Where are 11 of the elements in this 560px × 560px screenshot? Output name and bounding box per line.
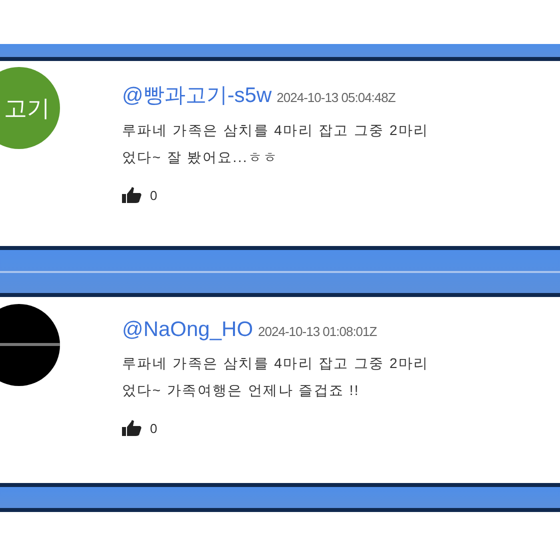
timestamp: 2024-10-13 05:04:48Z xyxy=(276,90,396,105)
thumbs-up-icon[interactable] xyxy=(122,420,142,436)
timestamp: 2024-10-13 01:08:01Z xyxy=(258,324,377,339)
username-link[interactable]: @NaOng_HO xyxy=(122,318,254,342)
like-count: 0 xyxy=(150,420,158,436)
username-link[interactable]: @빵과고기-s5w xyxy=(122,81,272,109)
comment-text: 루파네 가족은 삼치를 4마리 잡고 그중 2마리 었다~ 가족여행은 언제나 즐겁죠 !! xyxy=(122,354,429,400)
thumbs-up-icon[interactable] xyxy=(122,187,142,203)
like-count: 0 xyxy=(150,188,158,202)
avatar-initials: 고기 xyxy=(4,94,50,124)
comment-text: 루파네 가족은 삼치를 4마리 잡고 그중 2마리 었다~ 잘 봤어요...ㅎㅎ xyxy=(122,121,429,167)
